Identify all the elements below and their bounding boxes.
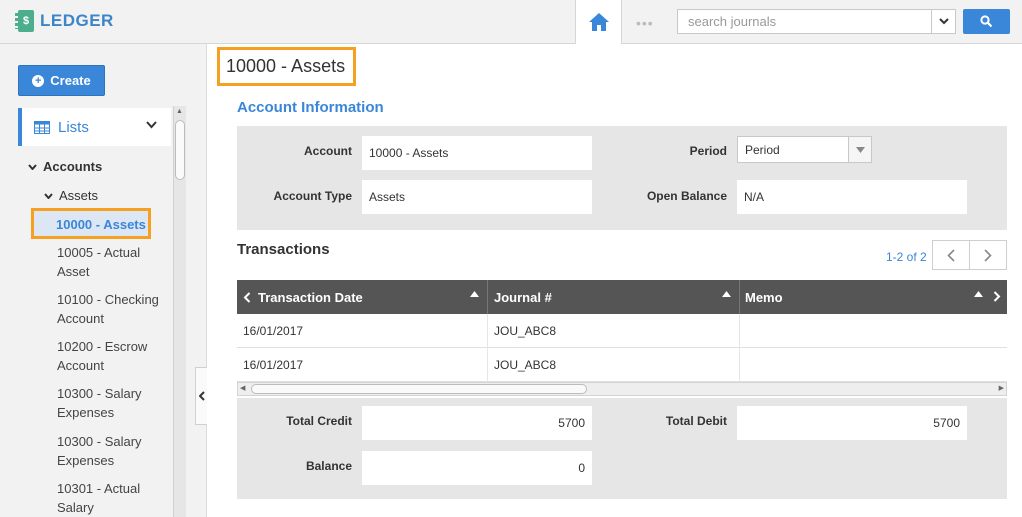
totals-panel: Total Credit 5700 Total Debit 5700 Balan… xyxy=(237,398,1007,499)
search-dropdown-button[interactable] xyxy=(931,10,955,33)
next-page-button[interactable] xyxy=(969,240,1007,270)
column-header-memo[interactable]: Memo xyxy=(740,280,1007,314)
column-header-label: Journal # xyxy=(494,289,552,305)
ledger-book-icon: $ xyxy=(15,10,34,32)
total-debit-value: 5700 xyxy=(737,406,967,440)
table-scroll-thumb[interactable] xyxy=(251,384,587,394)
lists-label: Lists xyxy=(58,118,89,136)
chevron-down-icon xyxy=(28,163,37,170)
search-icon xyxy=(980,15,993,28)
chevron-left-icon xyxy=(198,391,205,401)
account-value: 10000 - Assets xyxy=(362,136,592,170)
tree-item-label: 10000 - Assets xyxy=(56,217,146,232)
account-type-value: Assets xyxy=(362,180,592,214)
balance-value: 0 xyxy=(362,451,592,485)
transactions-title: Transactions xyxy=(237,241,330,258)
brand-name: LEDGER xyxy=(40,11,114,30)
chevron-down-icon xyxy=(938,18,949,25)
column-header-transaction-date[interactable]: Transaction Date xyxy=(237,280,488,314)
top-bar: $ LEDGER ••• xyxy=(0,0,1022,44)
home-icon xyxy=(588,13,609,31)
sidebar-scroll-thumb[interactable] xyxy=(175,120,185,180)
chevron-left-icon[interactable] xyxy=(243,291,251,303)
search-input[interactable] xyxy=(678,10,931,33)
chevron-left-icon xyxy=(947,248,955,262)
column-header-journal[interactable]: Journal # xyxy=(488,280,740,314)
tree-node-label: Accounts xyxy=(43,159,103,174)
tree-item[interactable]: 10301 - Actual Salary xyxy=(57,479,167,517)
cell-journal: JOU_ABC8 xyxy=(488,348,740,382)
tree-item[interactable]: 10005 - Actual Asset xyxy=(57,243,167,281)
scroll-up-arrow-icon[interactable]: ▲ xyxy=(176,108,183,115)
tree-node-label: Assets xyxy=(59,188,99,203)
tree-node-assets[interactable]: Assets xyxy=(44,188,98,203)
create-label: Create xyxy=(50,73,91,88)
total-credit-label: Total Credit xyxy=(286,414,352,428)
tree-item[interactable]: 10200 - Escrow Account xyxy=(57,337,167,375)
open-balance-value: N/A xyxy=(737,180,967,214)
period-select[interactable]: Period xyxy=(737,136,872,163)
cell-memo xyxy=(740,314,1007,348)
chevron-right-icon xyxy=(984,248,992,262)
sidebar: + Create Lists ▲ Accounts Assets 10000 -… xyxy=(0,44,207,517)
cell-transaction-date: 16/01/2017 xyxy=(237,348,488,382)
brand[interactable]: $ LEDGER xyxy=(15,10,114,32)
table-horizontal-scrollbar[interactable]: ◀ ▶ xyxy=(237,382,1007,396)
sort-up-icon xyxy=(470,291,479,297)
page-title-box: 10000 - Assets xyxy=(217,47,356,86)
transactions-table-header: Transaction Date Journal # Memo xyxy=(237,280,1007,314)
table-row[interactable]: 16/01/2017 JOU_ABC8 xyxy=(237,348,1007,382)
table-grid-icon xyxy=(34,120,50,134)
tree-item[interactable]: 10300 - Salary Expenses xyxy=(57,384,167,422)
plus-icon: + xyxy=(32,74,45,87)
more-dots-icon[interactable]: ••• xyxy=(636,15,654,31)
cell-transaction-date: 16/01/2017 xyxy=(237,314,488,348)
cell-memo xyxy=(740,348,1007,382)
scroll-left-arrow-icon[interactable]: ◀ xyxy=(240,383,245,395)
pager-status: 1-2 of 2 xyxy=(886,250,927,264)
chevron-down-icon xyxy=(44,192,53,199)
period-select-value: Period xyxy=(745,142,780,157)
sidebar-scrollbar[interactable]: ▲ xyxy=(173,106,186,517)
total-credit-value: 5700 xyxy=(362,406,592,440)
lists-dropdown[interactable]: Lists xyxy=(18,108,171,146)
period-select-arrow[interactable] xyxy=(848,137,871,162)
account-label: Account xyxy=(304,144,352,158)
tree-item[interactable]: 10100 - Checking Account xyxy=(57,290,167,328)
caret-down-icon xyxy=(855,146,865,153)
chevron-right-icon[interactable] xyxy=(993,291,1001,302)
table-row[interactable]: 16/01/2017 JOU_ABC8 xyxy=(237,314,1007,348)
scroll-right-arrow-icon[interactable]: ▶ xyxy=(999,383,1004,395)
column-header-label: Transaction Date xyxy=(258,289,363,305)
page-title: 10000 - Assets xyxy=(226,56,346,76)
tree-node-accounts[interactable]: Accounts xyxy=(28,159,102,174)
account-type-label: Account Type xyxy=(273,189,352,203)
tree-item-active[interactable]: 10000 - Assets xyxy=(31,208,151,239)
search-box xyxy=(677,9,956,34)
collapse-sidebar-button[interactable] xyxy=(195,367,207,425)
sort-up-icon xyxy=(974,291,983,297)
prev-page-button[interactable] xyxy=(932,240,970,270)
total-debit-label: Total Debit xyxy=(665,414,727,428)
search-button[interactable] xyxy=(963,9,1010,34)
account-info-panel: Account 10000 - Assets Period Period Acc… xyxy=(237,126,1007,230)
home-button[interactable] xyxy=(575,0,622,44)
open-balance-label: Open Balance xyxy=(646,189,727,203)
column-header-label: Memo xyxy=(745,289,783,305)
balance-label: Balance xyxy=(305,459,352,473)
tree-item[interactable]: 10300 - Salary Expenses xyxy=(57,432,167,470)
sort-up-icon xyxy=(722,291,731,297)
cell-journal: JOU_ABC8 xyxy=(488,314,740,348)
create-button[interactable]: + Create xyxy=(18,65,105,96)
chevron-down-icon xyxy=(146,121,157,129)
period-label: Period xyxy=(689,144,727,158)
section-title: Account Information xyxy=(237,99,384,116)
